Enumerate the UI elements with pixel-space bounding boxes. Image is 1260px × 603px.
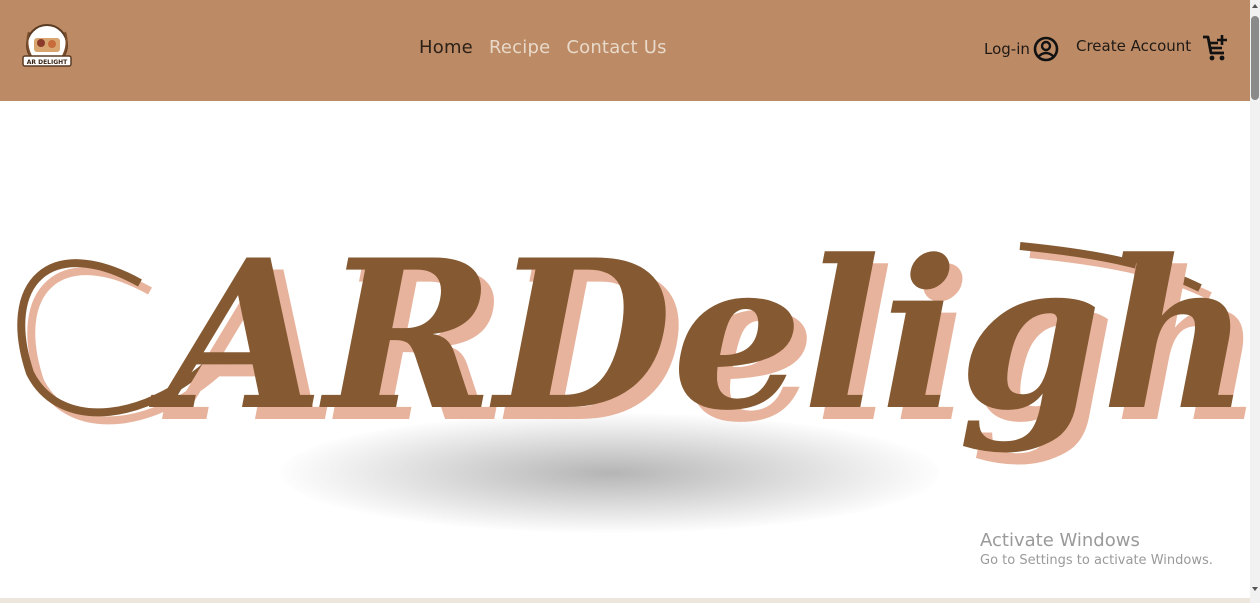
brand-logo[interactable]: AR DELIGHT	[17, 22, 77, 72]
hero-banner: ARDelight ARDelight	[0, 101, 1250, 598]
page-bottom-border	[0, 598, 1250, 603]
cart-plus-icon	[1203, 35, 1227, 61]
login-label: Log-in	[984, 40, 1030, 58]
create-account-link[interactable]: Create Account	[1076, 37, 1191, 55]
watermark-subtitle: Go to Settings to activate Windows.	[980, 553, 1213, 568]
logo-image: AR DELIGHT	[22, 24, 72, 67]
watermark-title: Activate Windows	[980, 530, 1140, 551]
login-button[interactable]: Log-in	[984, 35, 1060, 63]
scrollbar-thumb[interactable]	[1251, 16, 1259, 100]
hero-title-graphic: ARDelight ARDelight	[17, 216, 1250, 468]
hero-title-text: ARDelight	[148, 216, 1250, 456]
main-nav: Home Recipe Contact Us	[419, 37, 667, 58]
svg-text:AR DELIGHT: AR DELIGHT	[27, 59, 68, 66]
scroll-down-icon[interactable]	[1251, 585, 1259, 593]
scroll-up-icon[interactable]	[1251, 2, 1259, 10]
cart-button[interactable]	[1201, 33, 1229, 63]
activate-windows-watermark: Activate Windows Go to Settings to activ…	[980, 530, 1213, 568]
navbar: AR DELIGHT Home Recipe Contact Us Log-in…	[0, 0, 1250, 101]
vertical-scrollbar[interactable]	[1250, 0, 1260, 603]
nav-recipe-link[interactable]: Recipe	[489, 37, 550, 58]
nav-home-link[interactable]: Home	[419, 37, 473, 58]
nav-contact-link[interactable]: Contact Us	[566, 37, 666, 58]
user-circle-icon	[1033, 36, 1059, 62]
